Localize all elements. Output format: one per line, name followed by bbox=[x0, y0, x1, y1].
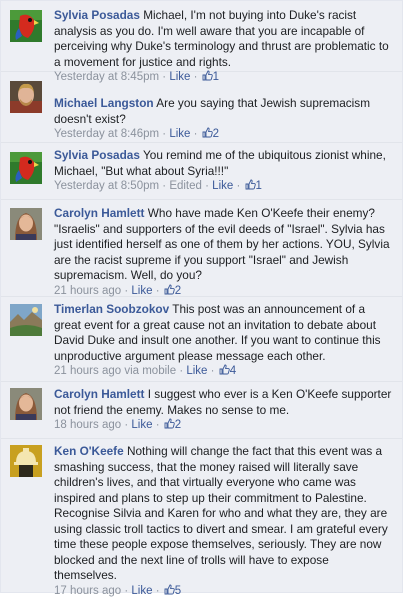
like-count-value: 2 bbox=[175, 419, 181, 431]
separator: · bbox=[162, 128, 166, 140]
separator: · bbox=[162, 180, 166, 192]
comment: Sylvia Posadas Michael, I'm not buying i… bbox=[1, 1, 402, 72]
timestamp[interactable]: Yesterday at 8:46pm bbox=[54, 128, 159, 140]
comment-meta: Yesterday at 8:46pm · Like · 2 bbox=[54, 127, 394, 143]
like-button[interactable]: Like bbox=[212, 180, 233, 192]
timestamp[interactable]: 21 hours ago bbox=[54, 285, 121, 297]
like-count[interactable]: 2 bbox=[201, 128, 219, 140]
comment-body: Michael Langston Are you saying that Jew… bbox=[54, 96, 394, 143]
author-link[interactable]: Michael Langston bbox=[54, 96, 154, 110]
separator: · bbox=[124, 585, 128, 597]
comment: Carolyn Hamlett I suggest who ever is a … bbox=[1, 382, 402, 439]
author-link[interactable]: Carolyn Hamlett bbox=[54, 206, 144, 220]
avatar[interactable] bbox=[10, 10, 42, 42]
author-link[interactable]: Sylvia Posadas bbox=[54, 148, 140, 162]
separator: · bbox=[194, 128, 198, 140]
like-count-value: 2 bbox=[175, 285, 181, 297]
like-button[interactable]: Like bbox=[131, 419, 152, 431]
comment-text: Nothing will change the fact that this e… bbox=[54, 444, 388, 582]
landscape-icon bbox=[10, 304, 42, 336]
thumbs-up-icon bbox=[219, 364, 230, 375]
like-count[interactable]: 2 bbox=[163, 419, 181, 431]
comment: Ken O'Keefe Nothing will change the fact… bbox=[1, 439, 402, 592]
comment-meta: 21 hours ago via mobile · Like · 4 bbox=[54, 364, 394, 380]
separator: · bbox=[211, 365, 215, 377]
avatar[interactable] bbox=[10, 152, 42, 184]
woman-portrait-icon bbox=[10, 208, 42, 240]
separator: · bbox=[156, 285, 160, 297]
parrot-icon bbox=[10, 152, 42, 184]
like-count-value: 2 bbox=[213, 128, 219, 140]
like-count-value: 5 bbox=[175, 585, 181, 597]
comment-body: Timerlan Soobzokov This post was an anno… bbox=[54, 302, 394, 380]
comment-meta: 18 hours ago · Like · 2 bbox=[54, 418, 394, 434]
timestamp[interactable]: 18 hours ago bbox=[54, 419, 121, 431]
comment: Sylvia Posadas You remind me of the ubiq… bbox=[1, 143, 402, 200]
comment-body: Ken O'Keefe Nothing will change the fact… bbox=[54, 444, 394, 599]
separator: · bbox=[124, 285, 128, 297]
like-count-value: 4 bbox=[230, 365, 236, 377]
timestamp[interactable]: Yesterday at 8:50pm bbox=[54, 180, 159, 192]
comment-body: Carolyn Hamlett I suggest who ever is a … bbox=[54, 387, 394, 434]
thumbs-up-icon bbox=[245, 179, 256, 190]
like-count[interactable]: 1 bbox=[244, 180, 262, 192]
edited-label[interactable]: Edited bbox=[169, 180, 202, 192]
man-portrait-icon bbox=[10, 81, 42, 113]
comment-meta: Yesterday at 8:50pm · Edited · Like · 1 bbox=[54, 179, 394, 195]
timestamp[interactable]: 21 hours ago via mobile bbox=[54, 365, 176, 377]
comment-meta: 17 hours ago · Like · 5 bbox=[54, 584, 394, 599]
comment: Carolyn Hamlett Who have made Ken O'Keef… bbox=[1, 200, 402, 297]
like-button[interactable]: Like bbox=[169, 128, 190, 140]
like-count[interactable]: 2 bbox=[163, 285, 181, 297]
author-link[interactable]: Sylvia Posadas bbox=[54, 8, 140, 22]
author-link[interactable]: Ken O'Keefe bbox=[54, 444, 124, 458]
avatar[interactable] bbox=[10, 388, 42, 420]
avatar[interactable] bbox=[10, 304, 42, 336]
thumbs-up-icon bbox=[164, 418, 175, 429]
thumbs-up-icon bbox=[202, 127, 213, 138]
avatar[interactable] bbox=[10, 81, 42, 113]
separator: · bbox=[179, 365, 183, 377]
avatar[interactable] bbox=[10, 208, 42, 240]
parrot-icon bbox=[10, 10, 42, 42]
comment-body: Sylvia Posadas You remind me of the ubiq… bbox=[54, 148, 394, 195]
author-link[interactable]: Carolyn Hamlett bbox=[54, 387, 144, 401]
thumbs-up-icon bbox=[164, 284, 175, 295]
like-button[interactable]: Like bbox=[186, 365, 207, 377]
like-button[interactable]: Like bbox=[131, 285, 152, 297]
like-count[interactable]: 5 bbox=[163, 585, 181, 597]
timestamp[interactable]: 17 hours ago bbox=[54, 585, 121, 597]
avatar[interactable] bbox=[10, 445, 42, 477]
separator: · bbox=[156, 419, 160, 431]
author-link[interactable]: Timerlan Soobzokov bbox=[54, 302, 169, 316]
helmet-avatar-icon bbox=[10, 445, 42, 477]
separator: · bbox=[236, 180, 240, 192]
like-count-value: 1 bbox=[256, 180, 262, 192]
like-count[interactable]: 4 bbox=[218, 365, 236, 377]
comment-body: Carolyn Hamlett Who have made Ken O'Keef… bbox=[54, 206, 394, 299]
woman-portrait-icon bbox=[10, 388, 42, 420]
like-button[interactable]: Like bbox=[131, 585, 152, 597]
separator: · bbox=[156, 585, 160, 597]
comment: Timerlan Soobzokov This post was an anno… bbox=[1, 297, 402, 382]
comment-thread: Sylvia Posadas Michael, I'm not buying i… bbox=[0, 0, 403, 593]
separator: · bbox=[205, 180, 209, 192]
separator: · bbox=[124, 419, 128, 431]
comment: Michael Langston Are you saying that Jew… bbox=[1, 72, 402, 143]
